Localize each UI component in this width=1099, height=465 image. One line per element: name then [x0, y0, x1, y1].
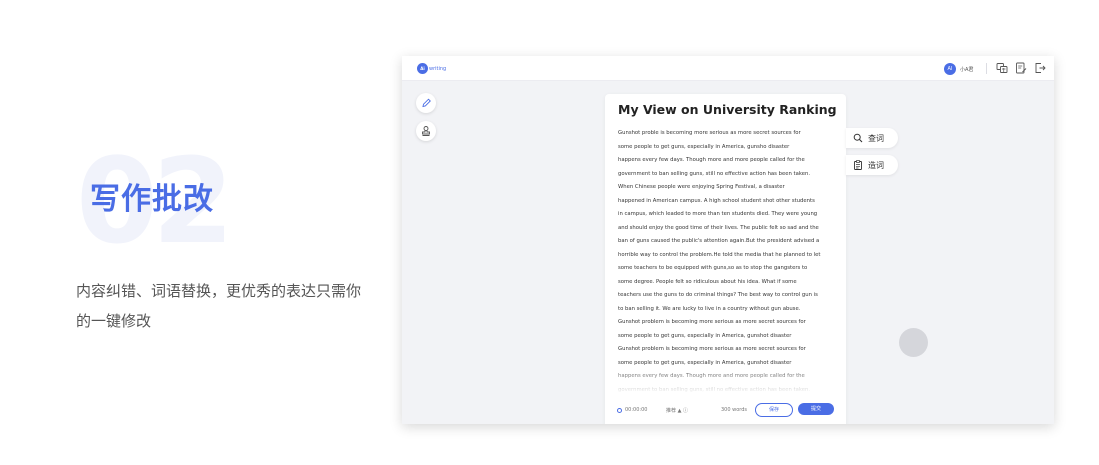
divider — [986, 63, 987, 74]
logout-icon[interactable] — [1034, 62, 1046, 74]
timer: 00:00:00 — [617, 407, 647, 413]
translate-icon[interactable] — [996, 62, 1008, 74]
app-window: Ai writing AI 小A君 My View on University … — [402, 56, 1054, 424]
document-footer: 00:00:00 推荐 ▲ ⓘ 300 words 保存 提交 — [617, 403, 837, 417]
avatar: AI — [944, 63, 956, 75]
document-line: teachers use the guns to do criminal thi… — [618, 292, 818, 298]
tab-make-label: 造词 — [868, 160, 884, 170]
tab-lookup-word[interactable]: 查词 — [846, 128, 898, 148]
timer-value: 00:00:00 — [625, 407, 648, 413]
document-line: Gunshot problem is becoming more serious… — [618, 346, 806, 352]
document-body[interactable]: Gunshot proble is becoming more serious … — [618, 127, 840, 397]
document-line: some people to get guns, especially in A… — [618, 332, 792, 339]
stamp-tool-button[interactable] — [416, 121, 436, 141]
tab-make-word[interactable]: 造词 — [846, 155, 898, 175]
document-line: happened in American campus. A high scho… — [618, 197, 815, 204]
document-line: When Chinese people were enjoying Spring… — [618, 184, 785, 190]
pen-tool-button[interactable] — [416, 93, 436, 113]
document-line: some degree. People felt so ridiculous a… — [618, 278, 797, 285]
username: 小A君 — [960, 66, 974, 73]
edit-document-icon[interactable] — [1015, 62, 1027, 74]
logo-text: writing — [429, 65, 447, 72]
document-line: to ban selling it. We are lucky to live … — [618, 305, 801, 312]
tab-lookup-label: 查词 — [868, 133, 884, 143]
save-button[interactable]: 保存 — [755, 403, 793, 417]
feature-description: 内容纠错、词语替换，更优秀的表达只需你的一键修改 — [76, 282, 362, 330]
search-icon — [853, 133, 863, 143]
stamp-icon — [422, 126, 430, 136]
feature-title: 写作批改 — [90, 182, 214, 217]
user-menu[interactable]: AI 小A君 — [944, 63, 973, 75]
document-line: government to ban selling guns, still no… — [618, 170, 811, 177]
recommend-toggle[interactable]: 推荐 ▲ ⓘ — [666, 407, 688, 414]
document-line: Gunshot problem is becoming more serious… — [618, 319, 806, 325]
top-bar: Ai writing AI 小A君 — [402, 56, 1054, 81]
logo-badge: Ai — [417, 63, 428, 74]
document-line: some people to get guns, especially in A… — [618, 143, 790, 150]
app-logo[interactable]: Ai writing — [417, 63, 446, 74]
document-line: and should enjoy the good time of their … — [618, 224, 819, 231]
document-line: Gunshot proble is becoming more serious … — [618, 130, 801, 136]
document-line: horrible way to control the problem.He t… — [618, 251, 821, 258]
word-count: 300 words — [721, 407, 748, 413]
document-line: happens every few days. Though more and … — [618, 157, 805, 163]
document-line: in campus, which leaded to more than ten… — [618, 211, 818, 217]
clock-icon — [617, 407, 622, 413]
clipboard-icon — [854, 160, 862, 170]
submit-button[interactable]: 提交 — [798, 403, 834, 415]
text-fade — [605, 364, 846, 394]
pen-icon — [422, 98, 431, 108]
floating-assistant-button[interactable] — [899, 328, 928, 357]
document-title: My View on University Ranking — [618, 102, 837, 117]
document-line: some teachers to be equipped with guns,s… — [618, 265, 808, 271]
document-card: My View on University Ranking Gunshot pr… — [605, 94, 846, 424]
document-line: ban of guns caused the public's attentio… — [618, 238, 820, 244]
